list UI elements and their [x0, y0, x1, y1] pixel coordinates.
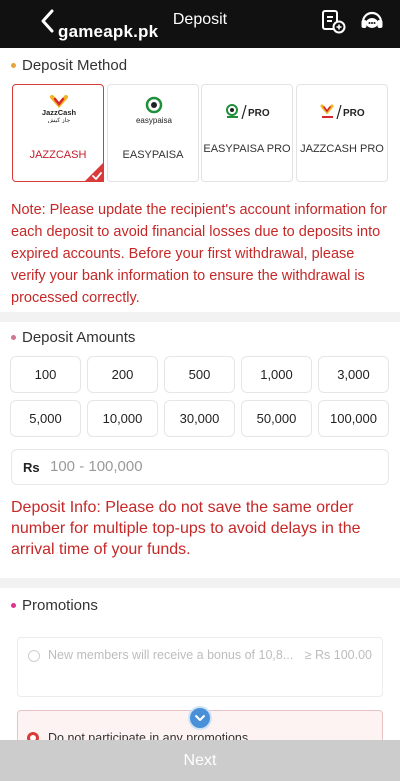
- amount-option-button[interactable]: 30,000: [164, 400, 235, 437]
- method-label: JAZZCASH PRO: [300, 143, 384, 155]
- amount-option-button[interactable]: 200: [87, 356, 158, 393]
- account-update-note: Note: Please update the recipient's acco…: [11, 202, 387, 306]
- method-card-jazzcash-pro[interactable]: PRO JAZZCASH PRO: [296, 84, 388, 182]
- selected-check-icon: [84, 162, 104, 182]
- easypaisa-pro-logo-icon: PRO: [226, 104, 270, 120]
- amount-option-button[interactable]: 5,000: [10, 400, 81, 437]
- amount-input-field[interactable]: Rs 100 - 100,000: [11, 449, 389, 485]
- amount-option-button[interactable]: 100,000: [318, 400, 389, 437]
- svg-text:easypaisa: easypaisa: [136, 116, 173, 125]
- jazzcash-logo-icon: JazzCash جاز کیش: [42, 95, 77, 123]
- currency-label: Rs: [23, 460, 40, 475]
- amount-option-button[interactable]: 3,000: [318, 356, 389, 393]
- customer-support-icon[interactable]: [359, 8, 385, 34]
- deposit-method-header: Deposit Method: [0, 52, 400, 80]
- method-card-easypaisa-pro[interactable]: PRO EASYPAISA PRO: [201, 84, 293, 182]
- amount-option-button[interactable]: 10,000: [87, 400, 158, 437]
- deposit-info-note: Deposit Info: Please do not save the sam…: [11, 499, 361, 558]
- easypaisa-logo-icon: easypaisa: [136, 96, 173, 125]
- jazzcash-pro-logo-icon: PRO: [320, 104, 365, 120]
- amount-option-button[interactable]: 100: [10, 356, 81, 393]
- method-card-jazzcash[interactable]: JazzCash جاز کیش JAZZCASH: [12, 84, 104, 182]
- section-divider: [0, 578, 400, 588]
- amount-option-button[interactable]: 50,000: [241, 400, 312, 437]
- deposit-method-list: JazzCash جاز کیش JAZZCASH easypaisa EASY…: [12, 84, 388, 182]
- expand-chevron-button[interactable]: [188, 706, 212, 730]
- next-button[interactable]: Next: [0, 740, 400, 781]
- method-label: EASYPAISA: [122, 149, 184, 161]
- method-label: EASYPAISA PRO: [203, 143, 291, 155]
- section-dot: [11, 335, 16, 340]
- app-header: gameapk.pk Deposit: [0, 0, 400, 48]
- svg-text:PRO: PRO: [248, 108, 270, 119]
- section-dot: [11, 63, 16, 68]
- amount-placeholder: 100 - 100,000: [50, 458, 143, 475]
- promotion-min-amount: ≥ Rs 100.00: [304, 648, 372, 662]
- svg-text:PRO: PRO: [343, 108, 365, 119]
- promotion-option-bonus[interactable]: New members will receive a bonus of 10,8…: [17, 637, 383, 697]
- section-title: Deposit Method: [22, 57, 128, 74]
- deposit-amounts-header: Deposit Amounts: [0, 324, 400, 352]
- method-label: JAZZCASH: [29, 149, 87, 161]
- amount-option-button[interactable]: 500: [164, 356, 235, 393]
- promotions-header: Promotions: [0, 592, 400, 620]
- chevron-down-icon: [195, 715, 205, 721]
- section-divider: [0, 312, 400, 322]
- amount-option-button[interactable]: 1,000: [241, 356, 312, 393]
- radio-button[interactable]: [28, 650, 40, 662]
- section-title: Promotions: [22, 597, 98, 614]
- svg-text:جاز کیش: جاز کیش: [48, 117, 71, 123]
- promotion-text: New members will receive a bonus of 10,8…: [48, 648, 294, 662]
- section-title: Deposit Amounts: [22, 329, 136, 346]
- section-dot: [11, 603, 16, 608]
- order-history-icon[interactable]: [320, 8, 346, 34]
- svg-text:JazzCash: JazzCash: [42, 108, 77, 117]
- method-card-easypaisa[interactable]: easypaisa EASYPAISA: [107, 84, 199, 182]
